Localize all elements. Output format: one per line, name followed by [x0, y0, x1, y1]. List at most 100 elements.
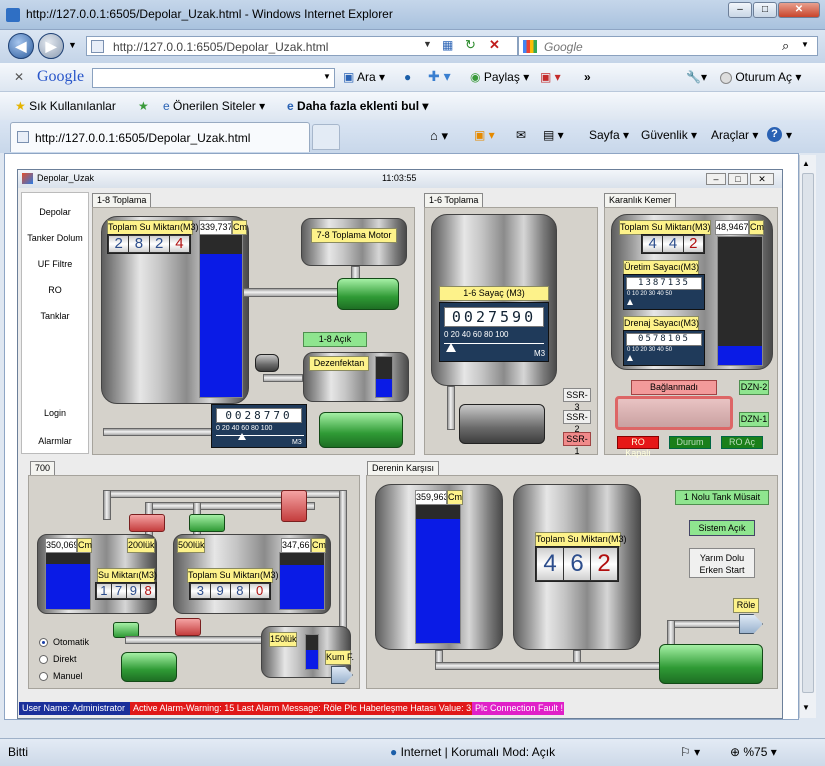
menu-alarmlar[interactable]: Alarmlar	[22, 436, 88, 446]
level-fill	[280, 565, 324, 609]
tab-1-8-toplama[interactable]: 1-8 Toplama	[92, 193, 152, 207]
digit: 0	[250, 584, 269, 598]
app-maximize-button[interactable]: □	[728, 173, 748, 185]
meter-unit: M3	[534, 349, 546, 358]
scroll-up-icon[interactable]: ▲	[802, 159, 810, 168]
dzn-1[interactable]: DZN-1	[739, 412, 769, 427]
menu-login[interactable]: Login	[22, 408, 88, 418]
tab-700[interactable]: 700	[30, 461, 56, 475]
app-clock: 11:03:55	[382, 173, 417, 183]
suggested-sites-link[interactable]: e Önerilen Siteler ▾	[163, 99, 265, 113]
open-status-1-8[interactable]: 1-8 Açık	[303, 332, 367, 347]
protected-mode-icon[interactable]: ⚐ ▾	[680, 745, 700, 759]
right-level-unit: Cm	[311, 538, 326, 553]
mail-icon[interactable]: ✉	[516, 128, 526, 142]
help-icon[interactable]: ?	[767, 127, 782, 142]
pipe	[103, 490, 347, 498]
relay-label: Röle	[733, 598, 759, 613]
meter-axis	[444, 343, 544, 344]
menu-tanklar[interactable]: Tanklar	[22, 311, 88, 321]
scroll-thumb[interactable]	[802, 173, 814, 693]
maximize-button[interactable]: □	[753, 2, 777, 18]
history-dropdown-icon[interactable]: ▼	[68, 40, 77, 50]
tab-derenin-karsisi[interactable]: Derenin Karşısı	[367, 461, 440, 475]
search-button-label: Ara	[357, 70, 376, 84]
menu-tanker-dolum[interactable]: Tanker Dolum	[22, 233, 88, 243]
home-icon[interactable]: ⌂ ▾	[430, 128, 448, 144]
page-menu[interactable]: Sayfa ▾	[589, 128, 629, 142]
search-box[interactable]: Google ⌕ ▼	[518, 36, 818, 56]
level-unit: Cm	[232, 220, 247, 235]
menu-uf-filtre[interactable]: UF Filtre	[22, 259, 88, 269]
radio-manuel[interactable]	[39, 672, 48, 681]
radio-direkt[interactable]	[39, 655, 48, 664]
scroll-down-icon[interactable]: ▼	[802, 703, 810, 712]
search-icon[interactable]: ⌕	[782, 38, 789, 54]
system-open-button[interactable]: Sistem Açık	[689, 520, 755, 536]
close-window-button[interactable]: ✕	[778, 2, 820, 18]
search-dropdown-icon[interactable]: ▼	[801, 40, 809, 49]
vertical-scrollbar[interactable]: ▲ ▼	[799, 155, 816, 718]
right-level-value: 347,663	[281, 538, 311, 553]
signin-button[interactable]: Oturum Aç ▾	[720, 70, 801, 84]
more-tools-icon[interactable]: »	[584, 70, 591, 84]
forward-icon[interactable]: ▶	[38, 33, 64, 59]
ro-status-button[interactable]: Durum	[669, 436, 711, 449]
google-icon	[523, 40, 537, 53]
valve-green[interactable]	[189, 514, 225, 532]
wrench-icon[interactable]: 🔧▾	[686, 70, 707, 84]
ro-open-button[interactable]: RO Aç	[721, 436, 763, 449]
digit: 9	[210, 584, 230, 598]
address-dropdown-icon[interactable]: ▼	[423, 39, 432, 49]
new-tab-button[interactable]	[312, 124, 340, 150]
panel-karanlik-kemer: Toplam Su Miktarı(M3) 4 4 2 48,9467 Cm Ü…	[604, 207, 778, 458]
connection-status[interactable]: Bağlanmadı	[631, 380, 717, 395]
tools-menu[interactable]: Araçlar ▾	[711, 128, 758, 142]
address-bar[interactable]: http://127.0.0.1:6505/Depolar_Uzak.html …	[86, 36, 518, 56]
valve-red[interactable]	[281, 490, 307, 522]
print-icon[interactable]: ▤ ▾	[543, 128, 564, 142]
browser-tab[interactable]: http://127.0.0.1:6505/Depolar_Uzak.html	[10, 122, 310, 152]
search-button[interactable]: ▣ Ara ▾	[343, 70, 385, 84]
safety-menu[interactable]: Güvenlik ▾	[641, 128, 697, 142]
ro-close-button[interactable]: RO Kapalı	[617, 436, 659, 458]
ssr-2[interactable]: SSR-2	[563, 410, 591, 434]
dzn-2[interactable]: DZN-2	[739, 380, 769, 395]
total-water-label: Toplam Su Miktarı(M3)	[107, 220, 199, 235]
google-toolbar-input[interactable]: ▼	[92, 68, 335, 88]
tab-karanlik-kemer[interactable]: Karanlık Kemer	[604, 193, 677, 207]
help-dropdown-icon[interactable]: ▾	[786, 128, 792, 142]
feeds-icon[interactable]: ▣ ▾	[474, 128, 495, 142]
favorites-button[interactable]: ★ Sık Kullanılanlar	[15, 99, 116, 113]
tank-available-status[interactable]: 1 Nolu Tank Müsait	[675, 490, 769, 505]
panel-derenin-karsisi: 359,963 Cm Toplam Su Miktarı(M3) 4 6 2 1…	[366, 475, 778, 689]
minimize-button[interactable]: –	[728, 2, 752, 18]
globe-icon[interactable]: ●	[404, 70, 411, 84]
menu-ro[interactable]: RO	[22, 285, 88, 295]
toolbar-input-dropdown-icon[interactable]: ▼	[323, 72, 331, 81]
menu-depolar[interactable]: Depolar	[22, 207, 88, 217]
plus-icon[interactable]: ✚ ▾	[428, 68, 451, 85]
share-label: Paylaş	[483, 70, 520, 84]
tab-1-6-toplama[interactable]: 1-6 Toplama	[424, 193, 484, 207]
share-button[interactable]: ◉ Paylaş ▾	[470, 70, 529, 84]
ssr-3[interactable]: SSR-3	[563, 388, 591, 412]
popup-blocker-icon[interactable]: ▣ ▾	[540, 70, 561, 84]
zoom-control[interactable]: ⊕ %75 ▾	[730, 745, 777, 759]
valve-red[interactable]	[175, 618, 201, 636]
zoom-text: %75	[743, 745, 768, 759]
drain-meter: 0578105 0 10 20 30 40 50	[623, 330, 705, 366]
compat-view-icon[interactable]: ▦	[442, 38, 453, 52]
add-favorite-icon[interactable]: ★	[138, 99, 149, 113]
valve-red[interactable]	[129, 514, 165, 532]
addons-link[interactable]: e Daha fazla eklenti bul ▾	[287, 99, 428, 113]
app-close-button[interactable]: ✕	[750, 173, 774, 185]
app-minimize-button[interactable]: –	[706, 173, 726, 185]
radio-otomatik[interactable]	[39, 638, 48, 647]
back-icon[interactable]: ◀	[8, 33, 34, 59]
half-full-early-start-button[interactable]: Yarım Dolu Erken Start	[689, 548, 755, 578]
refresh-icon[interactable]: ↻	[465, 37, 476, 53]
close-toolbar-icon[interactable]: ✕	[14, 70, 24, 84]
ssr-1[interactable]: SSR-1	[563, 432, 591, 456]
stop-icon[interactable]: ✕	[489, 37, 500, 53]
